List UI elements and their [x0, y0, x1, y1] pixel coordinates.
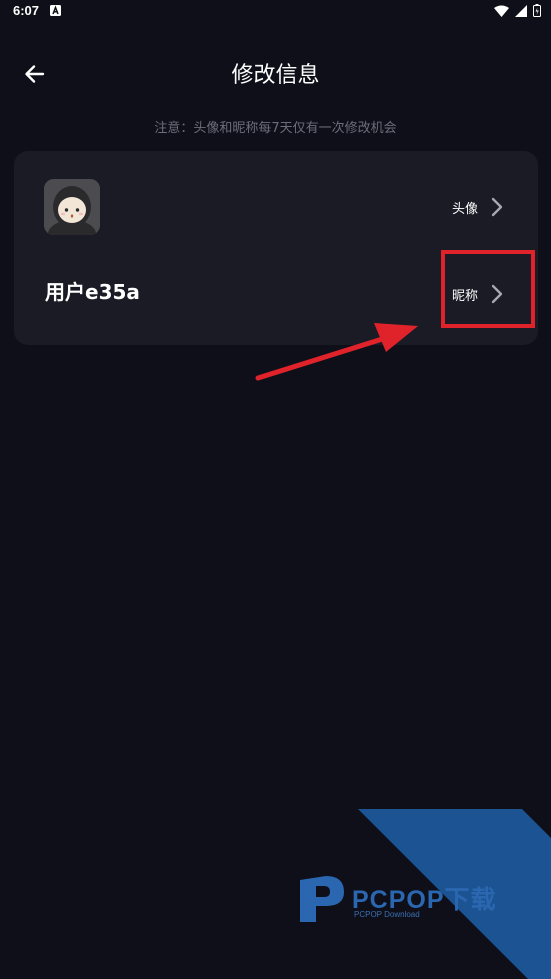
battery-icon: [533, 4, 541, 17]
watermark-stripe-icon: [358, 809, 551, 979]
status-bar: 6:07: [0, 0, 551, 24]
annotation-arrow-icon: [255, 323, 418, 381]
avatar-label: 头像: [451, 201, 478, 217]
page-title: 修改信息: [231, 63, 320, 88]
wifi-icon: [494, 5, 509, 17]
modify-notice: 注意：头像和昵称每7天仅有一次修改机会: [154, 121, 397, 136]
chevron-right-icon: [491, 197, 503, 217]
highlight-box: [441, 250, 535, 328]
signal-icon: [515, 4, 527, 17]
watermark-subtitle: PCPOP Download: [354, 910, 420, 919]
pcpop-logo-icon: [300, 876, 344, 922]
avatar[interactable]: [44, 179, 100, 235]
ninja-avatar-icon: [44, 179, 100, 235]
header: 修改信息: [0, 45, 551, 101]
username: 用户e35a: [45, 280, 140, 304]
status-time: 6:07: [13, 3, 40, 18]
avatar-row[interactable]: 头像: [452, 192, 504, 222]
watermark: PCPOP下载 PCPOP Download: [0, 0, 551, 979]
watermark-brand: PCPOP下载: [352, 886, 497, 914]
status-icons: [494, 4, 541, 17]
notification-a-icon: [50, 5, 61, 16]
